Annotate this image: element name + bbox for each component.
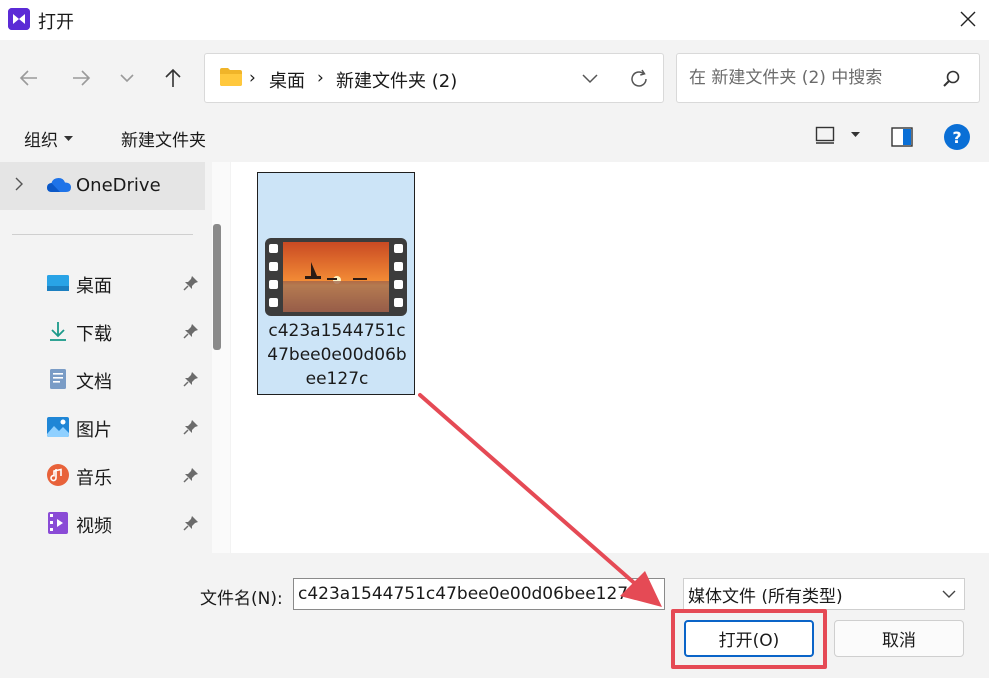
refresh-icon bbox=[631, 69, 647, 87]
breadcrumb-separator: › bbox=[317, 68, 324, 88]
caret-down-icon bbox=[851, 132, 860, 137]
sidebar-item-label: 音乐 bbox=[76, 468, 112, 489]
sidebar-item-label: 图片 bbox=[76, 420, 112, 441]
cloud-icon bbox=[46, 176, 72, 198]
arrow-right-icon bbox=[73, 70, 91, 86]
sidebar-item-videos[interactable]: 视频 bbox=[0, 502, 205, 546]
sidebar-item-desktop[interactable]: 桌面 bbox=[0, 262, 205, 306]
chevron-down-icon bbox=[120, 74, 134, 83]
up-button[interactable] bbox=[156, 61, 190, 95]
filetype-selected-value: 媒体文件 (所有类型) bbox=[688, 586, 843, 607]
caret-down-icon bbox=[64, 135, 73, 141]
desktop-icon bbox=[46, 271, 70, 295]
document-icon bbox=[46, 367, 70, 391]
sidebar-item-downloads[interactable]: 下载 bbox=[0, 310, 205, 354]
preview-pane-icon bbox=[891, 127, 913, 147]
breadcrumb-desktop[interactable]: 桌面 bbox=[269, 67, 305, 93]
folder-icon bbox=[219, 67, 243, 91]
breadcrumb-separator: › bbox=[249, 68, 256, 88]
cancel-button[interactable]: 取消 bbox=[834, 620, 964, 657]
file-name: c423a1544751c47bee0e00d06bee127c bbox=[267, 321, 407, 389]
pin-icon[interactable] bbox=[182, 370, 200, 388]
forward-button[interactable] bbox=[64, 61, 98, 95]
sidebar-item-label: 下载 bbox=[76, 324, 112, 345]
picture-icon bbox=[46, 415, 70, 439]
sidebar-scrollbar-thumb[interactable] bbox=[213, 224, 221, 350]
pin-icon[interactable] bbox=[182, 514, 200, 532]
title-bar bbox=[0, 0, 989, 40]
pin-icon[interactable] bbox=[182, 466, 200, 484]
video-file-thumbnail bbox=[265, 238, 407, 316]
filetype-select[interactable]: 媒体文件 (所有类型) bbox=[683, 578, 965, 610]
window-title: 打开 bbox=[38, 12, 74, 33]
filename-input[interactable] bbox=[293, 578, 665, 610]
change-view-button[interactable] bbox=[815, 126, 860, 144]
pin-icon[interactable] bbox=[182, 322, 200, 340]
organize-label: 组织 bbox=[24, 131, 58, 151]
breadcrumb-current-folder[interactable]: 新建文件夹 (2) bbox=[336, 67, 457, 93]
view-layout-icon bbox=[815, 126, 835, 144]
sidebar-divider bbox=[12, 234, 193, 235]
search-box[interactable] bbox=[676, 53, 980, 103]
search-button[interactable] bbox=[937, 66, 967, 92]
chevron-right-icon[interactable] bbox=[14, 176, 24, 196]
new-folder-button[interactable]: 新建文件夹 bbox=[121, 126, 206, 151]
file-item-selected[interactable]: c423a1544751c47bee0e00d06bee127c bbox=[257, 172, 415, 395]
sidebar-item-label: 视频 bbox=[76, 516, 112, 537]
pin-icon[interactable] bbox=[182, 418, 200, 436]
sidebar-scrollbar[interactable] bbox=[212, 162, 230, 553]
dialog-footer bbox=[0, 553, 989, 678]
sidebar-item-music[interactable]: 音乐 bbox=[0, 454, 205, 498]
sidebar-item-pictures[interactable]: 图片 bbox=[0, 406, 205, 450]
arrow-up-icon bbox=[165, 68, 181, 87]
address-dropdown-button[interactable] bbox=[575, 66, 605, 92]
chevron-down-icon bbox=[582, 74, 598, 84]
annotation-highlight-box bbox=[671, 609, 827, 669]
search-icon bbox=[943, 70, 960, 87]
close-icon bbox=[960, 11, 976, 27]
search-input[interactable] bbox=[687, 64, 927, 92]
navigation-pane: OneDrive 桌面 下载 文档 图片 音乐 视频 bbox=[0, 162, 205, 553]
video-icon bbox=[46, 511, 70, 535]
filename-label-text: 文件名(N): bbox=[200, 589, 283, 609]
refresh-button[interactable] bbox=[623, 64, 655, 94]
music-icon bbox=[46, 463, 70, 487]
onedrive-label: OneDrive bbox=[76, 175, 161, 196]
sidebar-item-label: 桌面 bbox=[76, 276, 112, 297]
sidebar-item-documents[interactable]: 文档 bbox=[0, 358, 205, 402]
preview-pane-button[interactable] bbox=[891, 127, 913, 151]
app-icon bbox=[8, 8, 30, 30]
filename-label: 文件名(N): bbox=[200, 584, 283, 609]
address-bar[interactable]: › 桌面 › 新建文件夹 (2) bbox=[204, 53, 664, 103]
back-button[interactable] bbox=[12, 61, 46, 95]
pin-icon[interactable] bbox=[182, 274, 200, 292]
organize-menu-button[interactable]: 组织 bbox=[24, 126, 73, 151]
sidebar-item-onedrive[interactable]: OneDrive bbox=[0, 162, 205, 210]
help-button[interactable]: ? bbox=[944, 124, 970, 150]
sidebar-item-label: 文档 bbox=[76, 372, 112, 393]
recent-locations-button[interactable] bbox=[110, 61, 144, 95]
close-button[interactable] bbox=[950, 2, 986, 36]
chevron-down-icon bbox=[942, 590, 956, 598]
download-icon bbox=[46, 319, 70, 343]
arrow-left-icon bbox=[19, 70, 37, 86]
